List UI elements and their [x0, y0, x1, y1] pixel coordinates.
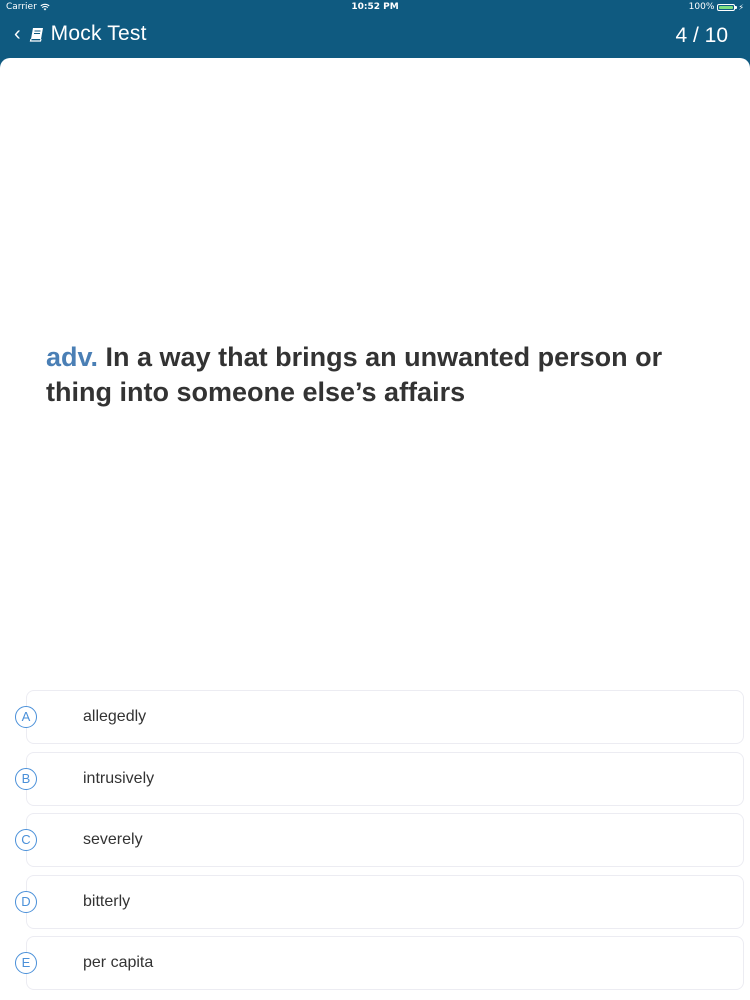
chevron-left-icon: ‹: [14, 23, 21, 45]
status-bar: Carrier 10:52 PM 100% ⚡: [0, 0, 750, 16]
answer-button[interactable]: intrusively: [26, 751, 744, 806]
answer-option-d[interactable]: D bitterly: [0, 874, 750, 937]
part-of-speech: adv.: [46, 342, 99, 372]
battery-indicator: 100% ⚡: [689, 2, 744, 12]
answer-button[interactable]: allegedly: [26, 690, 744, 744]
answer-option-a[interactable]: A allegedly: [0, 690, 750, 752]
page-title: Mock Test: [50, 22, 147, 45]
question-card: adv. In a way that brings an unwanted pe…: [0, 58, 750, 1000]
status-time: 10:52 PM: [351, 2, 399, 12]
question-text: adv. In a way that brings an unwanted pe…: [46, 340, 686, 410]
battery-percent: 100%: [688, 2, 715, 12]
navigation-bar: ‹ Mock Test 4 / 10: [0, 16, 750, 58]
answer-label: intrusively: [83, 769, 155, 787]
answer-button[interactable]: bitterly: [26, 874, 744, 929]
answer-option-c[interactable]: C severely: [0, 813, 750, 875]
option-letter-a-icon: A: [15, 706, 37, 728]
option-letter-c-icon: C: [15, 829, 37, 851]
definition-text: In a way that brings an unwanted person …: [46, 342, 663, 407]
option-letter-d-icon: D: [15, 890, 37, 913]
answer-button[interactable]: per capita: [26, 936, 744, 990]
answer-label: severely: [83, 831, 143, 848]
back-button[interactable]: ‹ Mock Test: [14, 22, 147, 46]
answer-option-b[interactable]: B intrusively: [0, 751, 750, 814]
option-letter-e-icon: E: [15, 952, 37, 974]
option-letter-b-icon: B: [15, 767, 37, 790]
question-progress: 4 / 10: [675, 24, 728, 47]
answer-list: A allegedly B intrusively C severely D b…: [0, 690, 750, 998]
answer-label: allegedly: [83, 708, 147, 725]
answer-label: bitterly: [83, 892, 131, 910]
answer-button[interactable]: severely: [26, 813, 744, 867]
answer-option-e[interactable]: E per capita: [0, 936, 750, 998]
answer-label: per capita: [83, 954, 154, 971]
book-icon: [29, 28, 43, 42]
battery-icon: [717, 3, 738, 11]
charging-icon: ⚡: [738, 2, 744, 12]
